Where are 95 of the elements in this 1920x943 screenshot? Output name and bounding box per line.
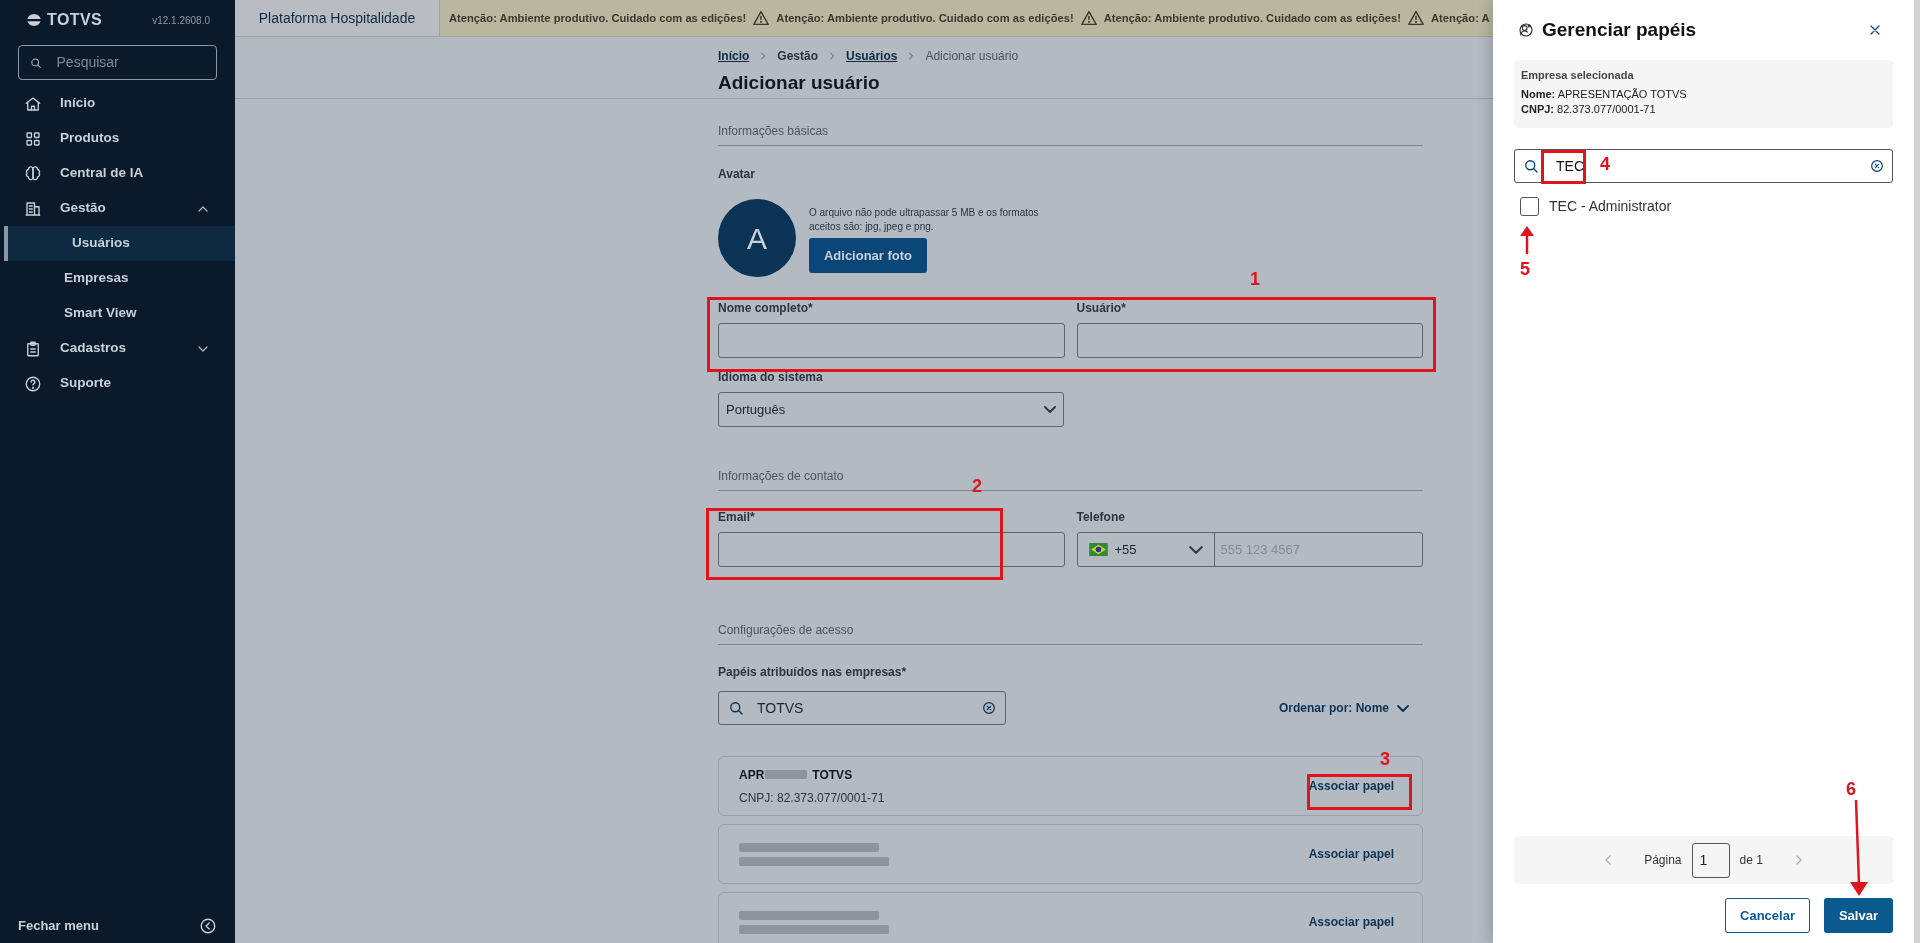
- breadcrumb-link[interactable]: Início: [718, 47, 750, 65]
- text-field[interactable]: [1076, 323, 1423, 358]
- company-cnpj-line: CNPJ: 82.373.077/0001-71: [1521, 102, 1657, 117]
- nav-item[interactable]: Central de IA: [0, 156, 235, 191]
- arrow-icon: [1520, 226, 1534, 254]
- avatar: A: [718, 199, 796, 277]
- section-heading: Configurações de acesso: [718, 621, 1423, 645]
- nav-label: Início: [60, 94, 97, 113]
- chevron-down-icon: [1188, 545, 1203, 554]
- step-number: 2: [972, 477, 982, 495]
- company-name-line: Nome: APRESENTAÇÃO TOTVS: [1521, 87, 1688, 102]
- flag-icon: [1088, 543, 1108, 556]
- version-label: v12.1.2608.0: [152, 13, 210, 28]
- info-heading: Empresa selecionada: [1521, 68, 1635, 82]
- page-title: Adicionar usuário: [718, 71, 880, 95]
- save-button[interactable]: Salvar: [1823, 898, 1893, 933]
- nav-item[interactable]: Início: [0, 86, 235, 121]
- warning-text: Atenção: Ambiente produtivo. Cuidado com as edições!: [449, 10, 747, 26]
- page-label: Página: [1644, 852, 1682, 869]
- chevron-down-icon: [1044, 406, 1056, 413]
- cancel-button[interactable]: Cancelar: [1725, 898, 1810, 933]
- panel-title: Gerenciar papéis: [1542, 17, 1698, 42]
- building-icon: [24, 199, 42, 218]
- page-field[interactable]: 1: [1691, 842, 1730, 878]
- brain-icon: [24, 164, 42, 183]
- search-icon: [727, 699, 745, 717]
- section-heading: Informações básicas: [718, 122, 1423, 146]
- country-code-select[interactable]: +55: [1077, 533, 1215, 566]
- arrow-icon: [1850, 800, 1868, 896]
- nav-item[interactable]: Cadastros: [0, 331, 235, 366]
- redacted-text: [765, 770, 808, 779]
- company-cnpj: CNPJ: 82.373.077/0001-71: [739, 789, 885, 807]
- associate-role-button[interactable]: Associar papel: [1300, 839, 1402, 869]
- chevron-down-icon: [1397, 704, 1409, 712]
- nav-label: Suporte: [60, 374, 112, 393]
- warning-icon: [753, 10, 770, 26]
- nav-label: Produtos: [60, 129, 121, 148]
- logo-text: TOTVS: [47, 10, 103, 30]
- company-name: TOTVS: [812, 766, 853, 784]
- nav-label: Cadastros: [60, 339, 128, 358]
- field-label: Idioma do sistema: [718, 369, 824, 386]
- search-input[interactable]: Pesquisar: [56, 52, 206, 73]
- collapse-icon[interactable]: [199, 917, 217, 935]
- clear-icon[interactable]: [1869, 158, 1885, 174]
- step-number: 1: [1250, 270, 1260, 288]
- nav-item[interactable]: Gestão: [0, 191, 235, 226]
- grid-icon: [24, 129, 42, 148]
- step-number: 5: [1520, 260, 1530, 278]
- step-number: 3: [1380, 750, 1390, 768]
- nav-label: Gestão: [60, 199, 107, 218]
- field-label: Email*: [718, 509, 756, 526]
- logo-icon: [25, 11, 43, 29]
- warning-icon: [1408, 10, 1425, 26]
- add-photo-button[interactable]: Adicionar foto: [809, 238, 927, 273]
- nav-item[interactable]: Suporte: [0, 366, 235, 401]
- breadcrumb-item: Adicionar usuário: [925, 48, 1019, 65]
- nav-item[interactable]: Produtos: [0, 121, 235, 156]
- highlight-box: [1541, 150, 1586, 184]
- search-icon: [1522, 157, 1540, 175]
- company-name: APR: [739, 766, 765, 784]
- text-field[interactable]: [718, 323, 1065, 358]
- nav-label: Central de IA: [60, 164, 145, 183]
- nav-subitem[interactable]: Usuários: [4, 226, 235, 261]
- user-settings-icon: [1518, 22, 1534, 38]
- field-label: Nome completo*: [718, 300, 814, 317]
- clear-icon[interactable]: [981, 700, 997, 716]
- field-label: Avatar: [718, 166, 756, 183]
- email-field[interactable]: [718, 532, 1065, 567]
- warning-icon: [1080, 10, 1097, 26]
- field-label: Papéis atribuídos nas empresas*: [718, 664, 908, 681]
- breadcrumb-item: Gestão: [777, 48, 819, 65]
- page-total: de 1: [1739, 852, 1763, 869]
- warning-text: Atenção: Ambiente produtivo. Cuidado com as edições!: [776, 10, 1074, 26]
- search-field[interactable]: Pesquisar: [18, 45, 217, 80]
- breadcrumb-link[interactable]: Usuários: [846, 47, 898, 65]
- associate-role-button[interactable]: Associar papel: [1300, 907, 1402, 937]
- warning-text: Atenção: Ambiente produtivo. Cuidado com as edições!: [1103, 10, 1402, 26]
- clipboard-icon: [24, 339, 42, 358]
- field-label: Telefone: [1076, 509, 1126, 526]
- sort-dropdown[interactable]: Ordenar por: Nome: [1279, 699, 1389, 717]
- nav-subitem[interactable]: Smart View: [0, 296, 235, 331]
- warning-text: Atenção: A: [1431, 10, 1490, 26]
- nav-subitem[interactable]: Empresas: [0, 261, 235, 296]
- search-field[interactable]: TOTVS: [718, 691, 1006, 725]
- help-icon: [24, 374, 42, 393]
- checkbox[interactable]: [1520, 197, 1539, 216]
- language-select[interactable]: Português: [718, 392, 1064, 427]
- role-label: TEC - Administrator: [1549, 197, 1672, 216]
- avatar-hint: O arquivo não pode ultrapassar 5 MB e os formatos aceitos são: jpg, jpeg e png.: [809, 206, 1040, 234]
- close-menu-link[interactable]: Fechar menu: [18, 916, 99, 936]
- field-label: Usuário*: [1076, 300, 1127, 317]
- platform-tab[interactable]: Plataforma Hospitalidade: [235, 0, 440, 36]
- step-number: 6: [1846, 780, 1856, 798]
- step-number: 4: [1600, 155, 1610, 173]
- associate-role-button[interactable]: Associar papel: [1300, 771, 1402, 801]
